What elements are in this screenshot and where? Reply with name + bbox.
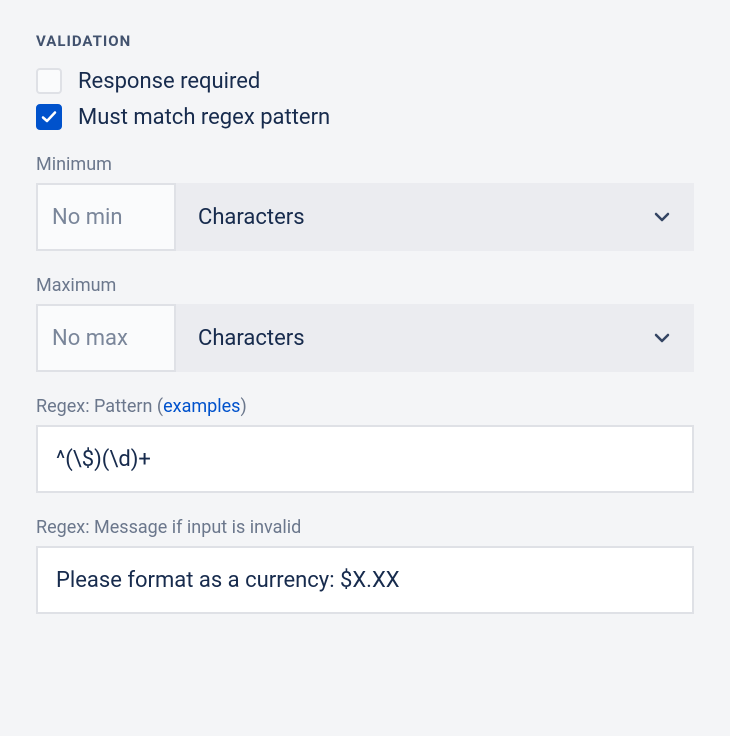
chevron-down-icon xyxy=(652,207,672,227)
maximum-label: Maximum xyxy=(36,275,694,296)
regex-message-input[interactable] xyxy=(36,546,694,614)
checkbox-row-must-match-regex: Must match regex pattern xyxy=(36,104,694,130)
minimum-label: Minimum xyxy=(36,154,694,175)
regex-pattern-label: Regex: Pattern (examples) xyxy=(36,396,694,417)
minimum-unit-value: Characters xyxy=(198,205,305,230)
maximum-unit-value: Characters xyxy=(198,326,305,351)
examples-link[interactable]: examples xyxy=(163,396,240,417)
regex-message-label: Regex: Message if input is invalid xyxy=(36,517,694,538)
maximum-group: Maximum Characters xyxy=(36,275,694,372)
response-required-checkbox[interactable] xyxy=(36,68,62,94)
must-match-regex-label: Must match regex pattern xyxy=(78,105,330,130)
chevron-down-icon xyxy=(652,328,672,348)
minimum-group: Minimum Characters xyxy=(36,154,694,251)
minimum-input[interactable] xyxy=(36,183,176,251)
checkbox-row-response-required: Response required xyxy=(36,68,694,94)
check-icon xyxy=(41,109,57,125)
regex-pattern-label-prefix: Regex: Pattern ( xyxy=(36,396,163,417)
regex-message-group: Regex: Message if input is invalid xyxy=(36,517,694,614)
section-title: VALIDATION xyxy=(36,32,694,50)
regex-pattern-label-suffix: ) xyxy=(240,396,246,417)
must-match-regex-checkbox[interactable] xyxy=(36,104,62,130)
maximum-input[interactable] xyxy=(36,304,176,372)
minimum-unit-select[interactable]: Characters xyxy=(176,183,694,251)
maximum-unit-select[interactable]: Characters xyxy=(176,304,694,372)
response-required-label: Response required xyxy=(78,69,260,94)
regex-pattern-input[interactable] xyxy=(36,425,694,493)
regex-pattern-group: Regex: Pattern (examples) xyxy=(36,396,694,493)
